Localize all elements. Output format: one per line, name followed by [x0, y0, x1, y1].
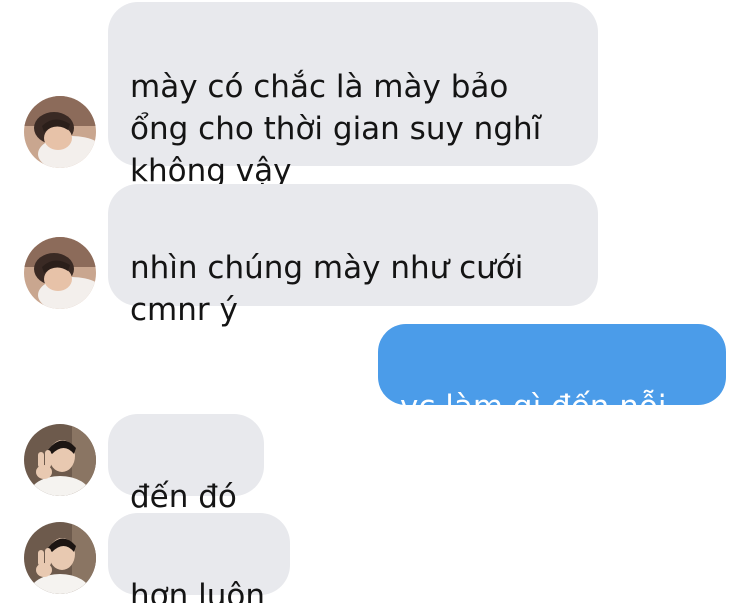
sender-avatar[interactable]	[24, 237, 96, 309]
incoming-message-bubble[interactable]: nhìn chúng mày như cưới cmnr ý	[108, 184, 598, 328]
message-text: vc làm gì đến nỗi...	[400, 389, 697, 425]
sender-avatar[interactable]	[24, 522, 96, 594]
incoming-message-bubble[interactable]: hơn luôn	[108, 513, 290, 603]
person-peace-sign-avatar-icon	[24, 522, 96, 594]
message-text: nhìn chúng mày như cưới cmnr ý	[130, 250, 524, 328]
sender-avatar[interactable]	[24, 96, 96, 168]
incoming-message-bubble[interactable]: mày có chắc là mày bảo ổng cho thời gian…	[108, 2, 598, 189]
message-text: mày có chắc là mày bảo ổng cho thời gian…	[130, 69, 542, 189]
person-lying-on-pillow-avatar-icon	[24, 96, 96, 168]
person-peace-sign-avatar-icon	[24, 424, 96, 496]
incoming-message-bubble[interactable]: đến đó	[108, 414, 264, 515]
message-text: đến đó	[130, 479, 237, 515]
outgoing-message-bubble[interactable]: vc làm gì đến nỗi...	[378, 324, 726, 425]
message-text: hơn luôn	[130, 578, 265, 603]
sender-avatar[interactable]	[24, 424, 96, 496]
chat-thread: mày có chắc là mày bảo ổng cho thời gian…	[0, 0, 750, 603]
person-lying-on-pillow-avatar-icon	[24, 237, 96, 309]
